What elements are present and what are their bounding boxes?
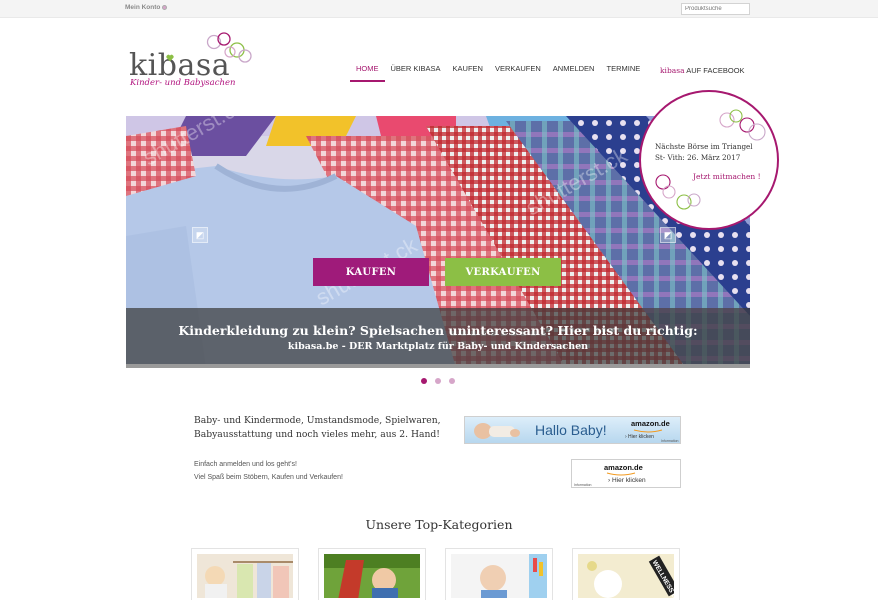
account-dropdown-icon — [162, 4, 168, 10]
badge-line2: St- Vith: 26. März 2017 — [655, 153, 741, 162]
logo-tagline: Kinder- und Babysachen — [130, 78, 236, 88]
nav-home[interactable]: HOME — [350, 62, 385, 82]
nav-ueber-kibasa[interactable]: ÜBER KIBASA — [385, 62, 447, 82]
amazon-banner-link[interactable]: › Hier klicken — [625, 434, 654, 440]
amazon-small-banner[interactable]: amazon.de › Hier klicken Information — [571, 459, 681, 488]
nav-termine[interactable]: TERMINE — [600, 62, 646, 82]
nav-anmelden[interactable]: ANMELDEN — [547, 62, 601, 82]
intro-line-2: Babyausstattung und noch vieles mehr, au… — [194, 429, 440, 440]
facebook-brand: kibasa — [660, 66, 685, 75]
hero-verkaufen-button[interactable]: VERKAUFEN — [445, 258, 561, 286]
page: Mein Konto kibasa Kinder- und Babysachen… — [0, 0, 878, 600]
intro-note-line-2: Viel Spaß beim Stöbern, Kaufen und Verka… — [194, 474, 343, 481]
intro-line-1: Baby- und Kindermode, Umstandsmode, Spie… — [194, 415, 441, 426]
kibasa-logo[interactable]: kibasa Kinder- und Babysachen — [127, 30, 257, 92]
product-search-input[interactable] — [681, 3, 750, 15]
badge-line1: Nächste Börse im Triangel — [655, 142, 753, 151]
toddler-photo-icon — [451, 554, 547, 598]
slider-dot-2[interactable] — [435, 378, 441, 384]
amazon-logo: amazon.de — [631, 419, 670, 428]
intro-note-line-1: Einfach anmelden und los geht's! — [194, 461, 297, 468]
baby-photo — [474, 423, 520, 439]
my-account-label: Mein Konto — [125, 4, 161, 11]
amazon-small-link[interactable]: › Hier klicken — [608, 477, 646, 484]
main-navigation: HOME ÜBER KIBASA KAUFEN VERKAUFEN ANMELD… — [350, 62, 646, 82]
category-card[interactable]: WELLNESS LINIE — [572, 548, 680, 600]
slider-bottom-bar — [126, 364, 750, 368]
slider-headline: Kinderkleidung zu klein? Spielsachen uni… — [178, 323, 698, 338]
slider-dot-3[interactable] — [449, 378, 455, 384]
category-card[interactable] — [318, 548, 426, 600]
intro-text: Baby- und Kindermode, Umstandsmode, Spie… — [194, 414, 441, 442]
nav-facebook[interactable]: kibasa AUF FACEBOOK — [644, 50, 750, 92]
category-card[interactable] — [445, 548, 553, 600]
stroller-photo-icon — [324, 554, 420, 598]
slider-pagination — [421, 378, 455, 384]
top-bar: Mein Konto — [0, 0, 878, 18]
hero-kaufen-button[interactable]: KAUFEN — [313, 258, 429, 286]
amazon-smile-icon — [633, 429, 663, 433]
logo-heart-icon — [166, 54, 174, 62]
slider-dot-1[interactable] — [421, 378, 427, 384]
slider-prev-arrow-icon[interactable]: ◩ — [192, 227, 208, 243]
top-categories-title: Unsere Top-Kategorien — [365, 517, 513, 532]
amazon-hallo-baby-banner[interactable]: Hallo Baby! amazon.de › Hier klicken Inf… — [464, 416, 681, 444]
badge-cta-link[interactable]: Jetzt mitmachen ! — [693, 172, 761, 181]
nav-kaufen[interactable]: KAUFEN — [447, 62, 489, 82]
wellness-photo-icon: WELLNESS LINIE — [578, 554, 674, 598]
facebook-label: AUF FACEBOOK — [686, 66, 745, 75]
my-account-link[interactable]: Mein Konto — [125, 4, 168, 11]
amazon-small-logo: amazon.de — [604, 463, 643, 472]
amazon-small-smile-icon — [606, 472, 636, 476]
slider-subline: kibasa.be - DER Marktplatz für Baby- und… — [287, 341, 589, 352]
hallo-baby-text: Hallo Baby! — [535, 422, 607, 438]
amazon-banner-info: Information — [661, 439, 679, 443]
nav-verkaufen[interactable]: VERKAUFEN — [489, 62, 547, 82]
intro-note: Einfach anmelden und los geht's! Viel Sp… — [194, 458, 343, 484]
clothes-photo-icon — [197, 554, 293, 598]
amazon-small-info: Information — [574, 483, 592, 487]
category-card[interactable] — [191, 548, 299, 600]
